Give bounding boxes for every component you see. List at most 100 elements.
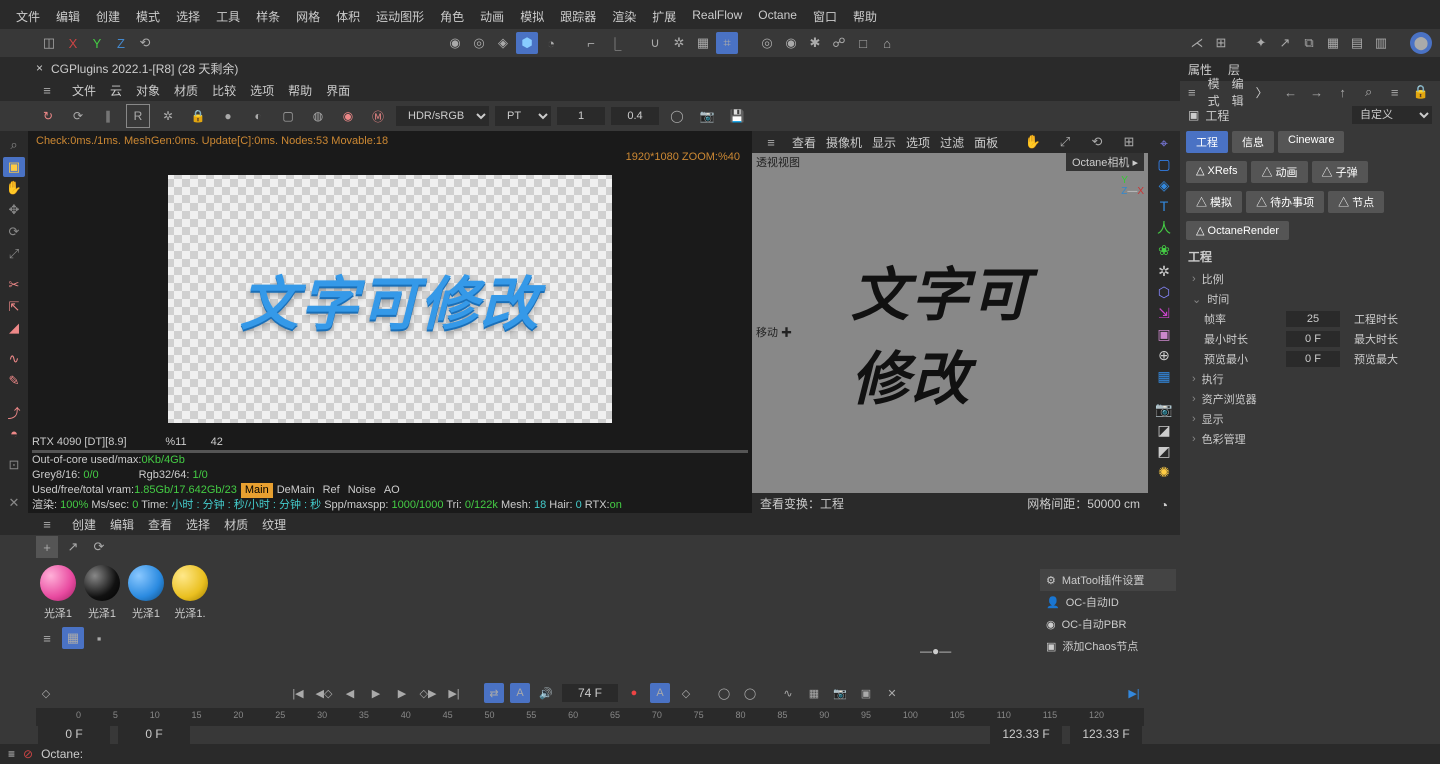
frame-icon[interactable]: ▣ xyxy=(856,683,876,703)
lock-icon[interactable]: 🔒 xyxy=(1410,81,1432,103)
hamburger-icon[interactable]: ≡ xyxy=(1188,81,1196,103)
curve-tool-icon[interactable]: ⤴ xyxy=(3,402,25,422)
pmin-input[interactable]: 0 F xyxy=(1286,351,1340,367)
submenu-item[interactable]: 云 xyxy=(110,82,122,99)
plugin-row[interactable]: ◉OC-自动PBR xyxy=(1040,613,1176,635)
dope-icon[interactable]: ▦ xyxy=(804,683,824,703)
menu-item[interactable]: 创建 xyxy=(88,4,128,29)
fps-input[interactable]: 25 xyxy=(1286,311,1340,327)
menu-item[interactable]: 模式 xyxy=(128,4,168,29)
mat-menu-item[interactable]: 创建 xyxy=(72,516,96,533)
vp-menu-item[interactable]: 过滤 xyxy=(940,134,964,151)
current-frame-input[interactable]: 74 F xyxy=(562,684,618,702)
vp-layout-icon[interactable]: ⊞ xyxy=(1118,131,1140,153)
spline-tool-icon[interactable]: ∿ xyxy=(3,349,25,369)
text-icon[interactable]: T xyxy=(1152,198,1176,214)
menu-item[interactable]: 运动图形 xyxy=(368,4,432,29)
octane-circle-icon[interactable]: ⬤ xyxy=(1410,32,1432,54)
box-icon[interactable]: ▣ xyxy=(1152,326,1176,343)
hex-icon[interactable]: ⬡ xyxy=(1152,284,1176,301)
menu-item[interactable]: 样条 xyxy=(248,4,288,29)
render-tab[interactable]: Main xyxy=(241,483,273,498)
attrs-tab-button[interactable]: △ OctaneRender xyxy=(1186,221,1289,240)
range-end-input[interactable]: 123.33 F xyxy=(1070,726,1142,744)
contrast-icon[interactable]: ◐ xyxy=(246,104,270,128)
menu-item[interactable]: 体积 xyxy=(328,4,368,29)
cube-icon[interactable]: ◈ xyxy=(1152,177,1176,194)
menu-item[interactable]: 选择 xyxy=(168,4,208,29)
expand-row[interactable]: ›执行 xyxy=(1180,369,1440,389)
attrs-tab-button[interactable]: Cineware xyxy=(1278,131,1344,153)
prev-frame-button[interactable]: ◀ xyxy=(340,683,360,703)
gear-icon[interactable]: ✲ xyxy=(1152,263,1176,280)
next-frame-button[interactable]: ▶ xyxy=(392,683,412,703)
blob-icon[interactable]: ❀ xyxy=(1152,242,1176,259)
reload-icon[interactable]: ↻ xyxy=(36,104,60,128)
render-tab[interactable]: DeMain xyxy=(273,483,319,498)
expand-row[interactable]: ›比例 xyxy=(1180,269,1440,289)
cam1-icon[interactable]: 📷 xyxy=(1152,401,1176,418)
up-icon[interactable]: ↑ xyxy=(1332,81,1354,103)
thumb-size-slider[interactable]: —●— xyxy=(920,644,980,658)
mat-menu-item[interactable]: 纹理 xyxy=(262,516,286,533)
globe-icon[interactable]: ⊕ xyxy=(1152,347,1176,364)
vp-clapper-icon[interactable]: ▦ xyxy=(1322,32,1344,54)
x-icon[interactable]: ✕ xyxy=(882,683,902,703)
submenu-item[interactable]: 选项 xyxy=(250,82,274,99)
save-icon[interactable]: 💾 xyxy=(725,104,749,128)
submenu-item[interactable]: 帮助 xyxy=(288,82,312,99)
select-tool-icon[interactable]: ▣ xyxy=(3,157,25,177)
viewport-camera-select[interactable]: Octane相机 ▸ xyxy=(1066,153,1144,171)
axis-z-button[interactable]: Z xyxy=(110,32,132,54)
layout-icon[interactable]: ▣ xyxy=(1436,81,1440,103)
arrows-icon[interactable]: ⇲ xyxy=(1152,305,1176,322)
key-icon[interactable]: ◇ xyxy=(36,683,56,703)
key-button[interactable]: ◇ xyxy=(676,683,696,703)
attrs-tab-button[interactable]: △ 动画 xyxy=(1251,161,1307,183)
light-icon[interactable]: ✺ xyxy=(1152,464,1176,481)
last-frame-button[interactable]: ▶| xyxy=(444,683,464,703)
axis-y-button[interactable]: Y xyxy=(86,32,108,54)
menu-item[interactable]: 文件 xyxy=(8,4,48,29)
person-icon[interactable]: 人 xyxy=(1152,218,1176,238)
timeline-ruler[interactable]: 0510152025303540455055606570758085909510… xyxy=(36,708,1144,726)
mat-menu-item[interactable]: 选择 xyxy=(186,516,210,533)
grid-icon[interactable]: ▦ xyxy=(692,32,714,54)
preview-start-input[interactable]: 0 F xyxy=(118,726,190,744)
wb-icon[interactable]: ◯ xyxy=(665,104,689,128)
mat-menu-item[interactable]: 编辑 xyxy=(110,516,134,533)
submenu-item[interactable]: 对象 xyxy=(136,82,160,99)
square-icon[interactable]: ▢ xyxy=(276,104,300,128)
rotate-tool-icon[interactable]: ⟳ xyxy=(3,222,25,242)
sphere-icon[interactable]: ● xyxy=(216,104,240,128)
layout-icon[interactable]: ◫ xyxy=(38,32,60,54)
magnet-icon[interactable]: ∪ xyxy=(644,32,666,54)
rec-icon[interactable]: ◉ xyxy=(780,32,802,54)
menu-item[interactable]: 编辑 xyxy=(48,4,88,29)
search-icon[interactable]: ⌕ xyxy=(1358,81,1380,103)
node-view-icon[interactable]: ▪ xyxy=(88,627,110,649)
menu-item[interactable]: 跟踪器 xyxy=(552,4,604,29)
marker-end-icon[interactable]: ▶| xyxy=(1124,683,1144,703)
cam2-icon[interactable]: ◪ xyxy=(1152,422,1176,439)
attrs-tab-button[interactable]: 工程 xyxy=(1186,131,1228,153)
menu-icon[interactable]: ≡ xyxy=(1384,81,1406,103)
expand-row[interactable]: ›资产浏览器 xyxy=(1180,389,1440,409)
opt-icon[interactable]: ◯ xyxy=(740,683,760,703)
eyedrop-icon[interactable]: ◍ xyxy=(306,104,330,128)
prim-poly-icon[interactable]: ◈ xyxy=(492,32,514,54)
menu-item[interactable]: 网格 xyxy=(288,4,328,29)
menu-item[interactable]: 角色 xyxy=(432,4,472,29)
vp-rotate-icon[interactable]: ⟲ xyxy=(1086,131,1108,153)
vp-icon5[interactable]: ⧉ xyxy=(1298,32,1320,54)
vp-film-icon[interactable]: ▤ xyxy=(1346,32,1368,54)
target-icon[interactable]: ◎ xyxy=(756,32,778,54)
square-icon[interactable]: ▢ xyxy=(1152,156,1176,173)
brush-tool-icon[interactable]: ◓ xyxy=(3,424,25,444)
material-item[interactable]: 光泽1 xyxy=(84,565,120,621)
xaxis-tool-icon[interactable]: ✕ xyxy=(3,493,25,513)
menu-item[interactable]: Octane xyxy=(750,4,805,29)
attrs-tab-button[interactable]: △ XRefs xyxy=(1186,161,1247,183)
menu-item[interactable]: 渲染 xyxy=(604,4,644,29)
clip-icon[interactable]: □ xyxy=(852,32,874,54)
